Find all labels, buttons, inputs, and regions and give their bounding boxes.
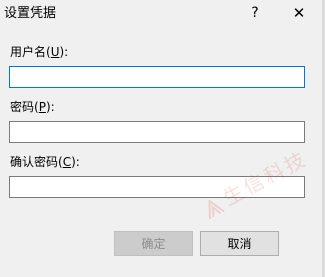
credentials-dialog: 设置凭据 ? ✕ 用户名(U): 密码(P): 确认密码(C): 生信科技 确定… bbox=[0, 0, 322, 277]
username-label: 用户名(U): bbox=[10, 45, 69, 59]
help-button[interactable]: ? bbox=[246, 3, 264, 23]
confirm-password-label: 确认密码(C): bbox=[10, 155, 80, 169]
dialog-title: 设置凭据 bbox=[4, 6, 57, 21]
password-access-key: P bbox=[38, 100, 46, 114]
password-label: 密码(P): bbox=[10, 100, 55, 114]
close-button[interactable]: ✕ bbox=[290, 3, 308, 23]
ok-button[interactable]: 确定 bbox=[114, 231, 193, 256]
confirm-password-access-key: C bbox=[62, 155, 72, 169]
password-input[interactable] bbox=[9, 121, 305, 143]
watermark-logo-icon bbox=[208, 198, 225, 219]
cancel-button[interactable]: 取消 bbox=[200, 231, 279, 256]
username-input[interactable] bbox=[9, 66, 305, 88]
